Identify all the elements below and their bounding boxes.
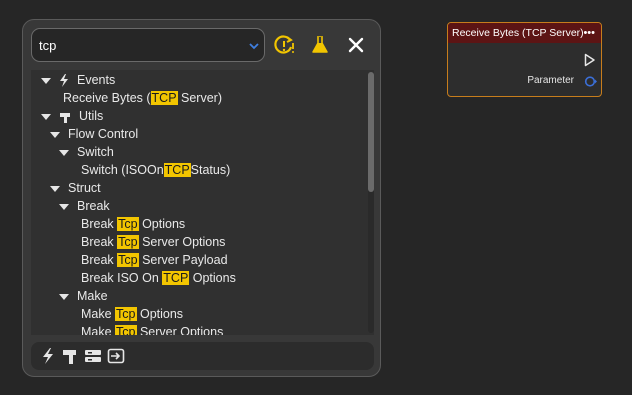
caret-down-icon[interactable] [41, 77, 51, 84]
tree-group-struct[interactable]: Struct [50, 179, 101, 197]
item-text: Options [138, 217, 186, 231]
exec-output-pin-icon[interactable] [584, 53, 596, 67]
node-title: Receive Bytes (TCP Server) [452, 27, 584, 39]
match-highlight: Tcp [115, 307, 137, 321]
item-text: Receive Bytes ( [63, 91, 151, 105]
tree-category-events[interactable]: Events [41, 71, 115, 89]
tree-item-receive-bytes[interactable]: Receive Bytes (TCP Server) [63, 89, 222, 107]
tree-item-make-tcp-options[interactable]: Make Tcp Options [81, 305, 183, 323]
match-highlight: Tcp [117, 217, 139, 231]
tree-label: Make [77, 289, 108, 303]
tree-group-flow-control[interactable]: Flow Control [50, 125, 138, 143]
item-text: Status) [190, 163, 231, 177]
tree-item-break-iso-on-tcp-options[interactable]: Break ISO On TCP Options [81, 269, 236, 287]
node-menu-button[interactable]: ••• [583, 23, 595, 43]
param-label: Parameter [527, 75, 574, 86]
item-text: Break [81, 253, 118, 267]
param-output-pin-icon[interactable] [584, 75, 597, 88]
caret-down-icon[interactable] [41, 113, 51, 120]
tree-scrollbar[interactable] [368, 72, 374, 333]
match-highlight: Tcp [115, 325, 137, 335]
item-text: Server Payload [138, 253, 228, 267]
chevron-down-icon[interactable] [248, 41, 260, 51]
match-highlight: TCP [162, 271, 190, 285]
results-tree: Events Receive Bytes (TCP Server) Utils … [31, 70, 374, 335]
match-highlight: Tcp [117, 253, 139, 267]
tree-group-switch[interactable]: Switch [59, 143, 114, 161]
tree-item-switch-iso-on-tcp-status[interactable]: Switch (ISOOnTCPStatus) [81, 161, 230, 179]
caret-down-icon[interactable] [59, 203, 69, 210]
item-text: Break [81, 235, 118, 249]
tree-label: Break [77, 199, 110, 213]
item-text: Break [81, 217, 118, 231]
tree-item-break-tcp-server-payload[interactable]: Break Tcp Server Payload [81, 251, 228, 269]
item-text: Make [81, 325, 116, 335]
tree-label: Switch [77, 145, 114, 159]
hammer-icon [60, 112, 70, 123]
item-text: Server Options [136, 325, 224, 335]
item-text: Server Options [138, 235, 226, 249]
tree-category-utils[interactable]: Utils [41, 107, 103, 125]
search-box[interactable] [31, 28, 265, 62]
caret-down-icon[interactable] [59, 293, 69, 300]
tree-item-make-tcp-server-options[interactable]: Make Tcp Server Options [81, 323, 223, 335]
item-text: Options [136, 307, 184, 321]
match-highlight: TCP [150, 91, 178, 105]
node-search-panel: Events Receive Bytes (TCP Server) Utils … [22, 19, 381, 377]
struct-icon[interactable] [84, 347, 102, 365]
item-text: Server) [177, 91, 222, 105]
scrollbar-thumb[interactable] [368, 72, 374, 192]
search-input[interactable] [39, 36, 239, 54]
tree-label: Flow Control [68, 127, 139, 141]
tree-item-break-tcp-options[interactable]: Break Tcp Options [81, 215, 185, 233]
item-text: Switch (ISOOn [81, 163, 164, 177]
refresh-warning-icon[interactable] [273, 34, 295, 56]
caret-down-icon[interactable] [50, 185, 60, 192]
tree-label: Utils [79, 109, 104, 123]
tree-group-break[interactable]: Break [59, 197, 110, 215]
graph-node-receive-bytes[interactable]: Receive Bytes (TCP Server) ••• Parameter [447, 22, 602, 97]
tree-item-break-tcp-server-options[interactable]: Break Tcp Server Options [81, 233, 225, 251]
hammer-icon[interactable] [61, 347, 79, 365]
match-highlight: TCP [163, 163, 191, 177]
item-text: Make [81, 307, 116, 321]
caret-down-icon[interactable] [59, 149, 69, 156]
tree-label: Events [77, 73, 116, 87]
flask-icon[interactable] [309, 34, 331, 56]
match-highlight: Tcp [117, 235, 139, 249]
caret-down-icon[interactable] [50, 131, 60, 138]
close-icon[interactable] [345, 34, 367, 56]
lightning-icon[interactable] [39, 347, 57, 365]
tree-label: Struct [68, 181, 101, 195]
node-header[interactable]: Receive Bytes (TCP Server) ••• [448, 23, 601, 43]
lightning-icon [60, 74, 68, 88]
tree-group-make[interactable]: Make [59, 287, 108, 305]
convert-icon[interactable] [107, 347, 125, 365]
item-text: Break ISO On [81, 271, 163, 285]
category-filter-bar [31, 342, 374, 370]
item-text: Options [189, 271, 236, 285]
